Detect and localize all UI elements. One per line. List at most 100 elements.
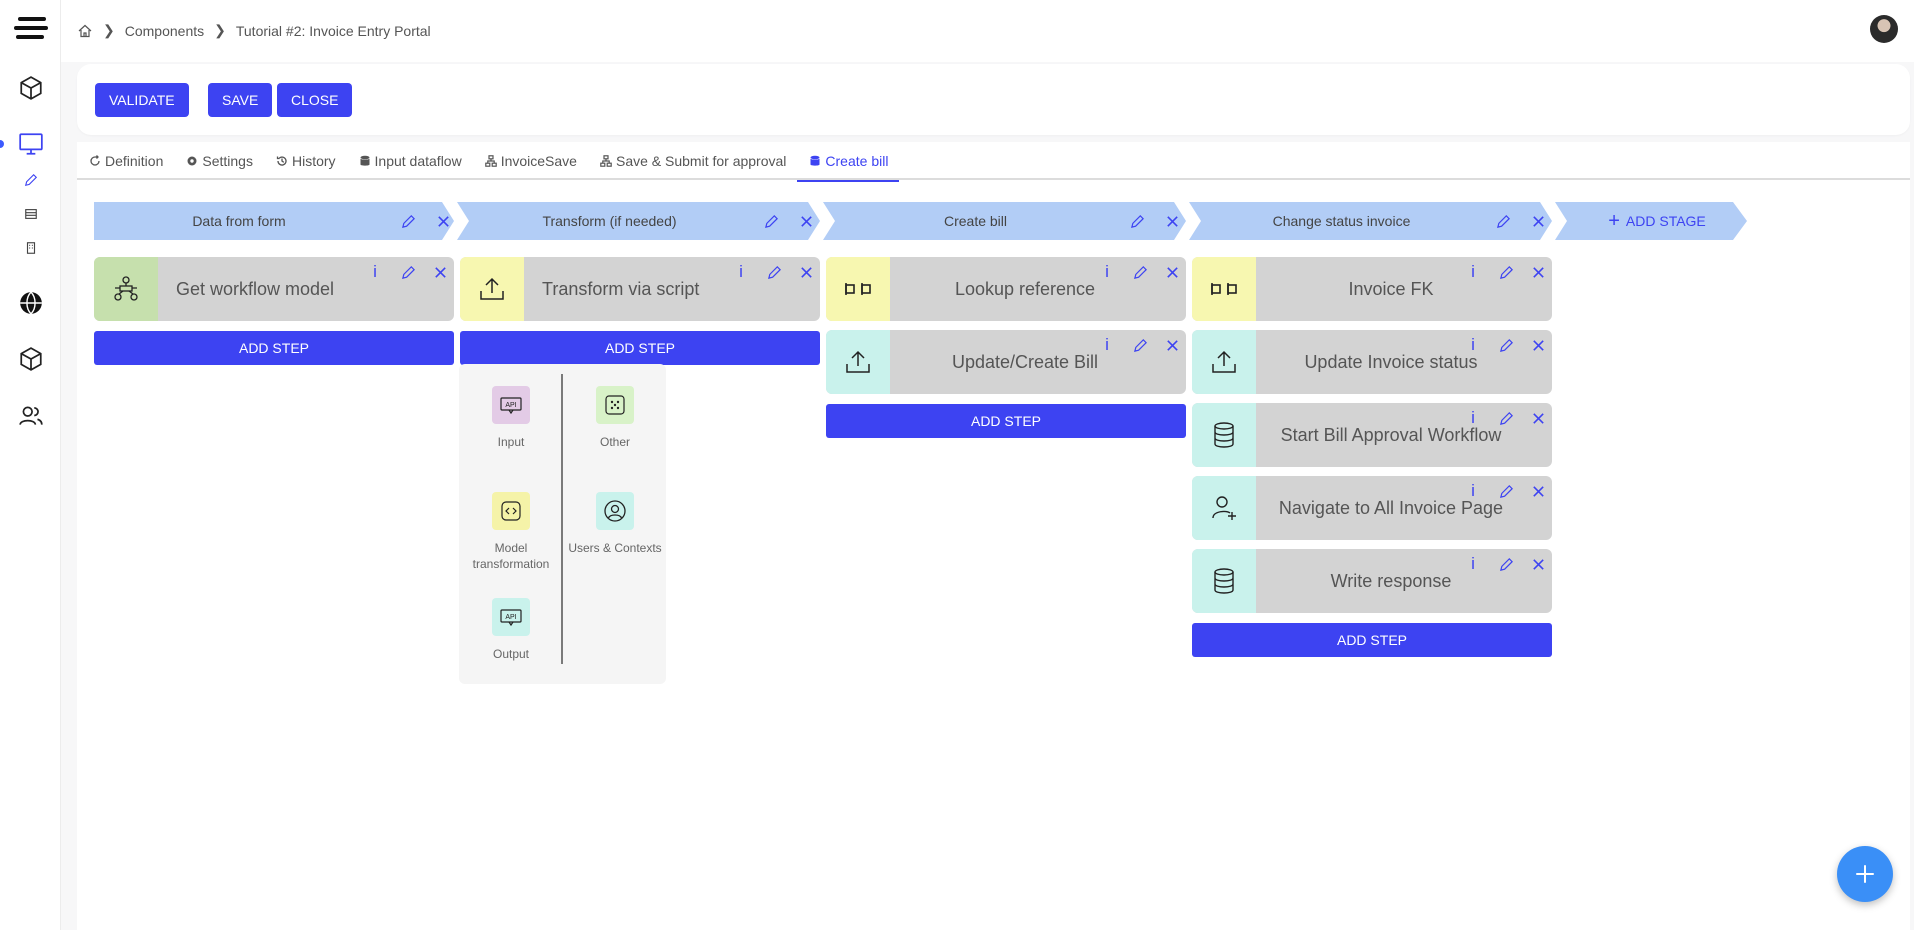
step-card[interactable]: Invoice FK i [1192, 257, 1552, 321]
history-icon [276, 156, 287, 166]
step-card[interactable]: Lookup reference i [826, 257, 1186, 321]
close-icon[interactable] [1529, 482, 1547, 500]
breadcrumb-components[interactable]: Components [125, 23, 204, 39]
info-icon[interactable]: i [1464, 554, 1482, 573]
step-card[interactable]: Write response i [1192, 549, 1552, 613]
add-step-button[interactable]: ADD STEP [460, 331, 820, 365]
upload-icon [460, 257, 524, 321]
info-icon[interactable]: i [366, 262, 384, 281]
menu-item-users-contexts[interactable]: Users & Contexts [565, 492, 665, 556]
cube-icon[interactable] [17, 74, 45, 102]
users-icon[interactable] [17, 402, 45, 430]
menu-item-model-transformation[interactable]: Model transformation [461, 492, 561, 572]
active-indicator [0, 140, 4, 148]
workflow-icon [94, 257, 158, 321]
tab-history[interactable]: History [264, 142, 347, 180]
tab-input-dataflow[interactable]: Input dataflow [347, 142, 473, 180]
stage-label: Transform (if needed) [542, 213, 677, 229]
svg-text:API: API [505, 402, 516, 409]
pencil-icon[interactable] [1497, 482, 1515, 500]
add-stage-button[interactable]: + ADD STAGE [1555, 202, 1747, 240]
home-icon[interactable] [77, 23, 93, 39]
pencil-icon[interactable] [1497, 336, 1515, 354]
pencil-icon[interactable] [1497, 263, 1515, 281]
content-area: VALIDATE SAVE CLOSE Definition Settings … [61, 62, 1914, 930]
pencil-icon[interactable] [1495, 213, 1511, 229]
pencil-icon[interactable] [399, 263, 417, 281]
close-icon[interactable] [1530, 213, 1546, 229]
close-icon[interactable] [1163, 336, 1181, 354]
pencil-icon[interactable] [1497, 409, 1515, 427]
list-icon[interactable] [23, 206, 39, 222]
step-card[interactable]: Update/Create Bill i [826, 330, 1186, 394]
tab-invoicesave[interactable]: InvoiceSave [473, 142, 588, 180]
step-card[interactable]: Update Invoice status i [1192, 330, 1552, 394]
menu-item-output[interactable]: API Output [461, 598, 561, 662]
pencil-icon[interactable] [1129, 213, 1145, 229]
stage-create-bill[interactable]: Create bill [823, 202, 1186, 240]
building-icon[interactable] [23, 240, 39, 256]
close-icon[interactable] [1529, 336, 1547, 354]
add-step-button[interactable]: ADD STEP [1192, 623, 1552, 657]
close-icon[interactable] [798, 213, 814, 229]
left-sidebar [0, 0, 61, 930]
info-icon[interactable]: i [1464, 408, 1482, 427]
info-icon[interactable]: i [1464, 262, 1482, 281]
tab-settings[interactable]: Settings [174, 142, 264, 180]
info-icon[interactable]: i [1098, 335, 1116, 354]
step-card[interactable]: Start Bill Approval Workflow i [1192, 403, 1552, 467]
tab-create-bill[interactable]: Create bill [797, 142, 900, 182]
monitor-icon[interactable] [17, 130, 45, 158]
add-fab-button[interactable] [1837, 846, 1893, 902]
pencil-icon[interactable] [1131, 336, 1149, 354]
close-icon[interactable] [435, 213, 451, 229]
stage-label: Create bill [943, 213, 1008, 229]
globe-icon[interactable] [17, 289, 45, 317]
stage-transform[interactable]: Transform (if needed) [457, 202, 820, 240]
close-icon[interactable] [1163, 263, 1181, 281]
tab-save-submit[interactable]: Save & Submit for approval [588, 142, 797, 180]
api-icon: API [492, 386, 530, 424]
menu-item-label: Output [492, 647, 530, 661]
close-button[interactable]: CLOSE [277, 83, 353, 117]
add-step-button[interactable]: ADD STEP [826, 404, 1186, 438]
close-icon[interactable] [431, 263, 449, 281]
user-circle-icon [596, 492, 634, 530]
app-logo[interactable] [12, 16, 50, 40]
step-card[interactable]: Navigate to All Invoice Page i [1192, 476, 1552, 540]
stage-data-from-form[interactable]: Data from form [94, 202, 454, 240]
close-icon[interactable] [797, 263, 815, 281]
breadcrumb: ❯ Components ❯ Tutorial #2: Invoice Entr… [77, 22, 431, 39]
add-step-button[interactable]: ADD STEP [94, 331, 454, 365]
stage-label: Data from form [192, 213, 286, 229]
stage-change-status[interactable]: Change status invoice [1189, 202, 1552, 240]
close-icon[interactable] [1529, 409, 1547, 427]
info-icon[interactable]: i [1464, 481, 1482, 500]
save-button[interactable]: SAVE [208, 83, 273, 117]
menu-item-input[interactable]: API Input [461, 386, 561, 450]
dots-icon [596, 386, 634, 424]
menu-item-other[interactable]: Other [565, 386, 665, 450]
pencil-icon[interactable] [1497, 555, 1515, 573]
step-card[interactable]: Transform via script i [460, 257, 820, 321]
add-user-icon [1192, 476, 1256, 540]
pencil-icon[interactable] [1131, 263, 1149, 281]
close-icon[interactable] [1529, 263, 1547, 281]
package-icon[interactable] [17, 345, 45, 373]
validate-button[interactable]: VALIDATE [95, 83, 189, 117]
upload-icon [826, 330, 890, 394]
info-icon[interactable]: i [732, 262, 750, 281]
close-icon[interactable] [1529, 555, 1547, 573]
pencil-icon[interactable] [400, 213, 416, 229]
avatar[interactable] [1870, 15, 1898, 43]
close-icon[interactable] [1164, 213, 1180, 229]
tab-definition[interactable]: Definition [77, 142, 174, 180]
step-card[interactable]: Get workflow model i [94, 257, 454, 321]
info-icon[interactable]: i [1098, 262, 1116, 281]
info-icon[interactable]: i [1464, 335, 1482, 354]
pencil-icon[interactable] [763, 213, 779, 229]
pencil-icon[interactable] [23, 172, 39, 188]
step-type-menu: API Input Other Model transformation Use… [459, 364, 666, 684]
breadcrumb-current: Tutorial #2: Invoice Entry Portal [235, 22, 431, 39]
pencil-icon[interactable] [765, 263, 783, 281]
